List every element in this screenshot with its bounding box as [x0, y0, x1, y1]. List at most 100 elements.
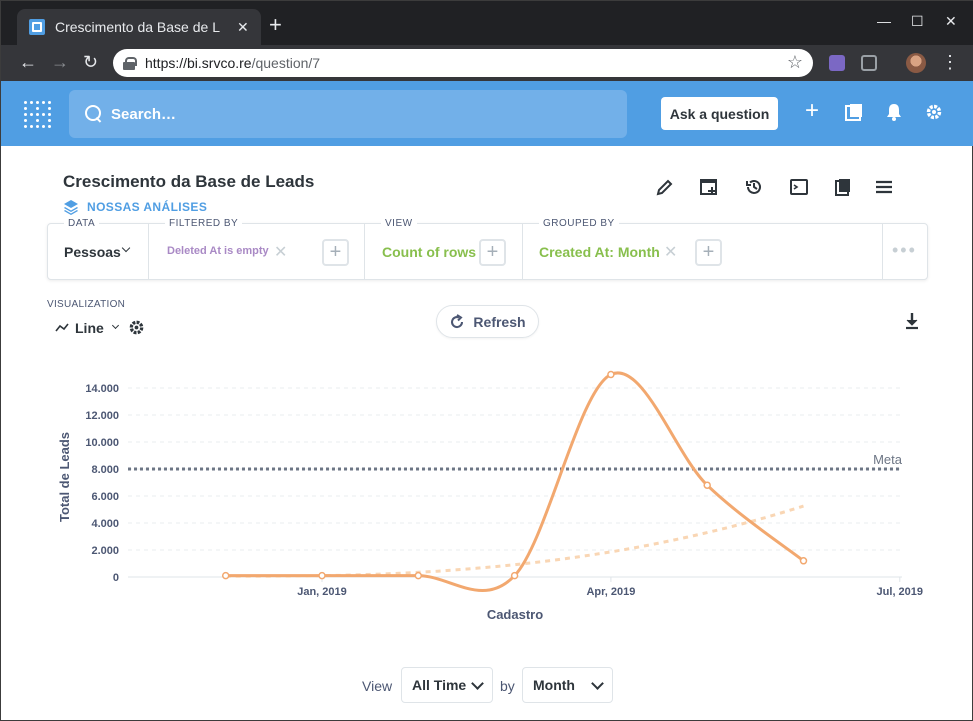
data-point	[318, 571, 326, 580]
chart-settings-gear-icon[interactable]	[128, 319, 145, 336]
metabase-logo-icon[interactable]	[24, 101, 51, 129]
refresh-icon	[451, 313, 464, 328]
back-icon[interactable]: ←	[19, 52, 37, 72]
y-tick-label: 4.000	[91, 518, 119, 530]
search-input[interactable]: Search…	[69, 90, 627, 138]
time-range-select[interactable]: All Time	[401, 667, 493, 703]
refresh-label: Refresh	[473, 313, 526, 330]
data-point	[510, 571, 519, 580]
filter-label: FILTERED BY	[165, 218, 243, 229]
add-breakout-button[interactable]: +	[695, 239, 722, 266]
forward-icon[interactable]: →	[51, 52, 69, 72]
visualization-type: Line	[75, 319, 104, 336]
time-unit-select[interactable]: Month	[522, 667, 613, 703]
edit-pencil-icon[interactable]	[655, 177, 675, 197]
view-section: VIEW Count of rows +	[364, 218, 522, 279]
y-tick-label: 12.000	[85, 410, 119, 422]
question-title[interactable]: Crescimento da Base de Leads	[63, 172, 314, 192]
browse-data-icon[interactable]	[845, 103, 863, 125]
visualization-label: VISUALIZATION	[47, 299, 126, 310]
data-point	[607, 370, 615, 379]
grouped-label: GROUPED BY	[539, 218, 619, 229]
metabase-favicon-icon	[29, 19, 45, 35]
browser-tab[interactable]: Crescimento da Base de L ✕	[17, 9, 261, 45]
search-placeholder: Search…	[111, 105, 177, 123]
line-chart-icon	[55, 323, 69, 331]
add-filter-button[interactable]: +	[322, 239, 349, 266]
reader-extension-icon[interactable]	[861, 55, 877, 71]
menu-icon[interactable]	[874, 177, 894, 197]
y-tick-label: 2.000	[91, 545, 119, 557]
chevron-down-icon	[111, 321, 119, 330]
x-tick-label: Apr, 2019	[586, 586, 635, 598]
filter-pill[interactable]: Deleted At is empty	[167, 245, 269, 257]
close-window-icon[interactable]: ✕	[945, 13, 957, 30]
ask-question-button[interactable]: Ask a question	[661, 97, 778, 130]
aggregation-pill[interactable]: Count of rows	[382, 244, 476, 260]
y-tick-label: 0	[113, 572, 119, 584]
lock-icon	[123, 57, 137, 70]
settings-gear-icon[interactable]	[925, 103, 943, 125]
visualization-type-selector[interactable]: Line	[55, 319, 145, 336]
metabase-navbar: Search… Ask a question +	[1, 81, 973, 146]
sql-console-icon[interactable]	[789, 177, 809, 197]
reload-icon[interactable]: ↻	[83, 52, 98, 72]
notifications-icon[interactable]	[885, 103, 903, 125]
reference-book-icon[interactable]	[833, 177, 853, 197]
tab-bar: Crescimento da Base de L ✕ + — ☐ ✕	[1, 1, 973, 45]
address-bar[interactable]: https://bi.srvco.re/question/7 ☆	[113, 49, 813, 77]
browser-window: Crescimento da Base de L ✕ + — ☐ ✕ ← → ↻…	[0, 0, 973, 721]
y-tick-label: 8.000	[91, 464, 119, 476]
y-axis-title: Total de Leads	[57, 432, 72, 522]
view-label: View	[362, 678, 393, 694]
view-label: VIEW	[381, 218, 417, 229]
more-options-icon: •••	[892, 240, 917, 260]
maximize-icon[interactable]: ☐	[911, 13, 924, 30]
refresh-button[interactable]: Refresh	[436, 305, 539, 338]
minimize-icon[interactable]: —	[877, 13, 891, 29]
download-icon[interactable]	[904, 312, 920, 330]
data-point	[414, 571, 423, 580]
chevron-down-icon	[121, 243, 131, 253]
y-tick-label: 14.000	[85, 383, 119, 395]
tab-title: Crescimento da Base de L	[55, 19, 220, 35]
add-to-dashboard-icon[interactable]	[699, 177, 719, 197]
data-point	[703, 481, 711, 489]
line-chart: 0 2.000 4.000 6.000 8.000 10.000 12.000 14.000 J…	[57, 370, 923, 622]
close-tab-icon[interactable]: ✕	[237, 19, 249, 36]
browser-menu-icon[interactable]: ⋮	[941, 53, 959, 71]
by-label: by	[500, 678, 515, 694]
remove-filter-icon[interactable]: ✕	[274, 242, 287, 262]
breakout-pill[interactable]: Created At: Month	[539, 244, 660, 260]
bookmark-star-icon[interactable]: ☆	[787, 52, 803, 73]
url-host: https://bi.srvco.re	[145, 55, 252, 71]
grouped-section: GROUPED BY Created At: Month ✕ +	[522, 218, 882, 279]
new-tab-icon[interactable]: +	[269, 14, 282, 36]
history-icon[interactable]	[744, 177, 764, 197]
y-tick-label: 10.000	[85, 437, 119, 449]
translate-extension-icon[interactable]	[829, 55, 845, 71]
series-line	[225, 371, 805, 593]
profile-avatar[interactable]	[906, 53, 926, 73]
remove-breakout-icon[interactable]: ✕	[664, 242, 677, 262]
query-builder-bar: DATA Pessoas FILTERED BY Deleted At is e…	[47, 218, 928, 280]
browser-toolbar: ← → ↻ https://bi.srvco.re/question/7 ☆ ⋮	[1, 45, 973, 81]
more-options-section[interactable]: •••	[882, 224, 927, 279]
add-icon[interactable]: +	[805, 99, 819, 123]
url-path: /question/7	[251, 55, 321, 71]
data-section[interactable]: DATA Pessoas	[48, 218, 148, 279]
chevron-down-icon	[471, 677, 484, 690]
collection-name: NOSSAS ANÁLISES	[87, 200, 208, 214]
chevron-down-icon	[591, 677, 604, 690]
filter-section: FILTERED BY Deleted At is empty ✕ +	[148, 218, 364, 279]
x-axis-title: Cadastro	[487, 607, 543, 622]
data-label: DATA	[64, 218, 100, 229]
add-aggregation-button[interactable]: +	[479, 239, 506, 266]
collection-layers-icon	[64, 200, 78, 215]
collection-link[interactable]: NOSSAS ANÁLISES	[63, 199, 207, 215]
trend-line	[225, 504, 804, 578]
data-point	[799, 557, 808, 565]
time-controls: View All Time by Month	[1, 663, 972, 707]
time-unit-value: Month	[533, 677, 575, 693]
data-point	[221, 571, 230, 580]
